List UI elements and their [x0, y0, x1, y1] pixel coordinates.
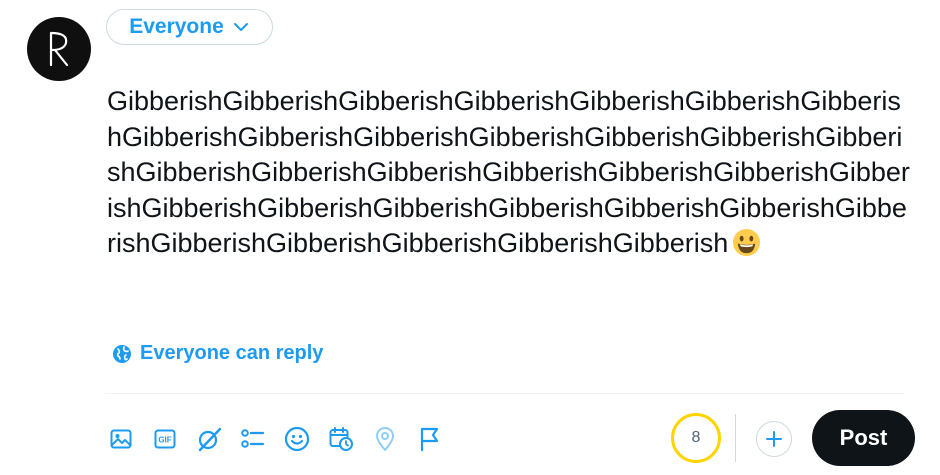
tweet-composer-textarea[interactable]: GibberishGibberishGibberishGibberishGibb…	[107, 84, 915, 262]
flag-button[interactable]	[412, 422, 446, 456]
plus-icon	[766, 431, 782, 447]
schedule-icon	[329, 427, 353, 451]
gif-button[interactable]: GIF	[148, 422, 182, 456]
rk-logo-icon	[49, 31, 69, 67]
tweet-text-content: GibberishGibberishGibberishGibberishGibb…	[107, 86, 910, 258]
composer-toolbar: GIF	[104, 420, 446, 458]
audience-selector-button[interactable]: Everyone	[106, 9, 273, 45]
media-button[interactable]	[104, 422, 138, 456]
character-counter: 8	[671, 413, 721, 463]
schedule-button[interactable]	[324, 422, 358, 456]
location-button[interactable]	[368, 422, 402, 456]
image-icon	[110, 429, 132, 449]
character-counter-value: 8	[691, 429, 701, 446]
grok-icon	[198, 427, 222, 452]
reply-setting-button[interactable]: Everyone can reply	[112, 342, 323, 365]
emoji-button[interactable]	[280, 422, 314, 456]
svg-text:GIF: GIF	[158, 436, 171, 445]
grok-button[interactable]	[192, 422, 226, 456]
add-post-button[interactable]	[756, 421, 792, 457]
location-icon	[376, 427, 394, 451]
gif-icon: GIF	[154, 429, 176, 449]
toolbar-separator	[735, 414, 736, 462]
grinning-face-emoji	[733, 228, 761, 257]
reply-setting-label: Everyone can reply	[140, 342, 324, 364]
avatar[interactable]	[27, 17, 91, 81]
chevron-down-icon	[233, 23, 248, 31]
divider	[105, 393, 905, 394]
post-button[interactable]: Post	[812, 410, 915, 466]
globe-icon	[113, 344, 131, 363]
audience-label: Everyone	[129, 15, 224, 38]
poll-button[interactable]	[236, 422, 270, 456]
emoji-icon	[284, 426, 310, 452]
poll-icon	[241, 429, 265, 448]
flag-icon	[420, 427, 439, 452]
